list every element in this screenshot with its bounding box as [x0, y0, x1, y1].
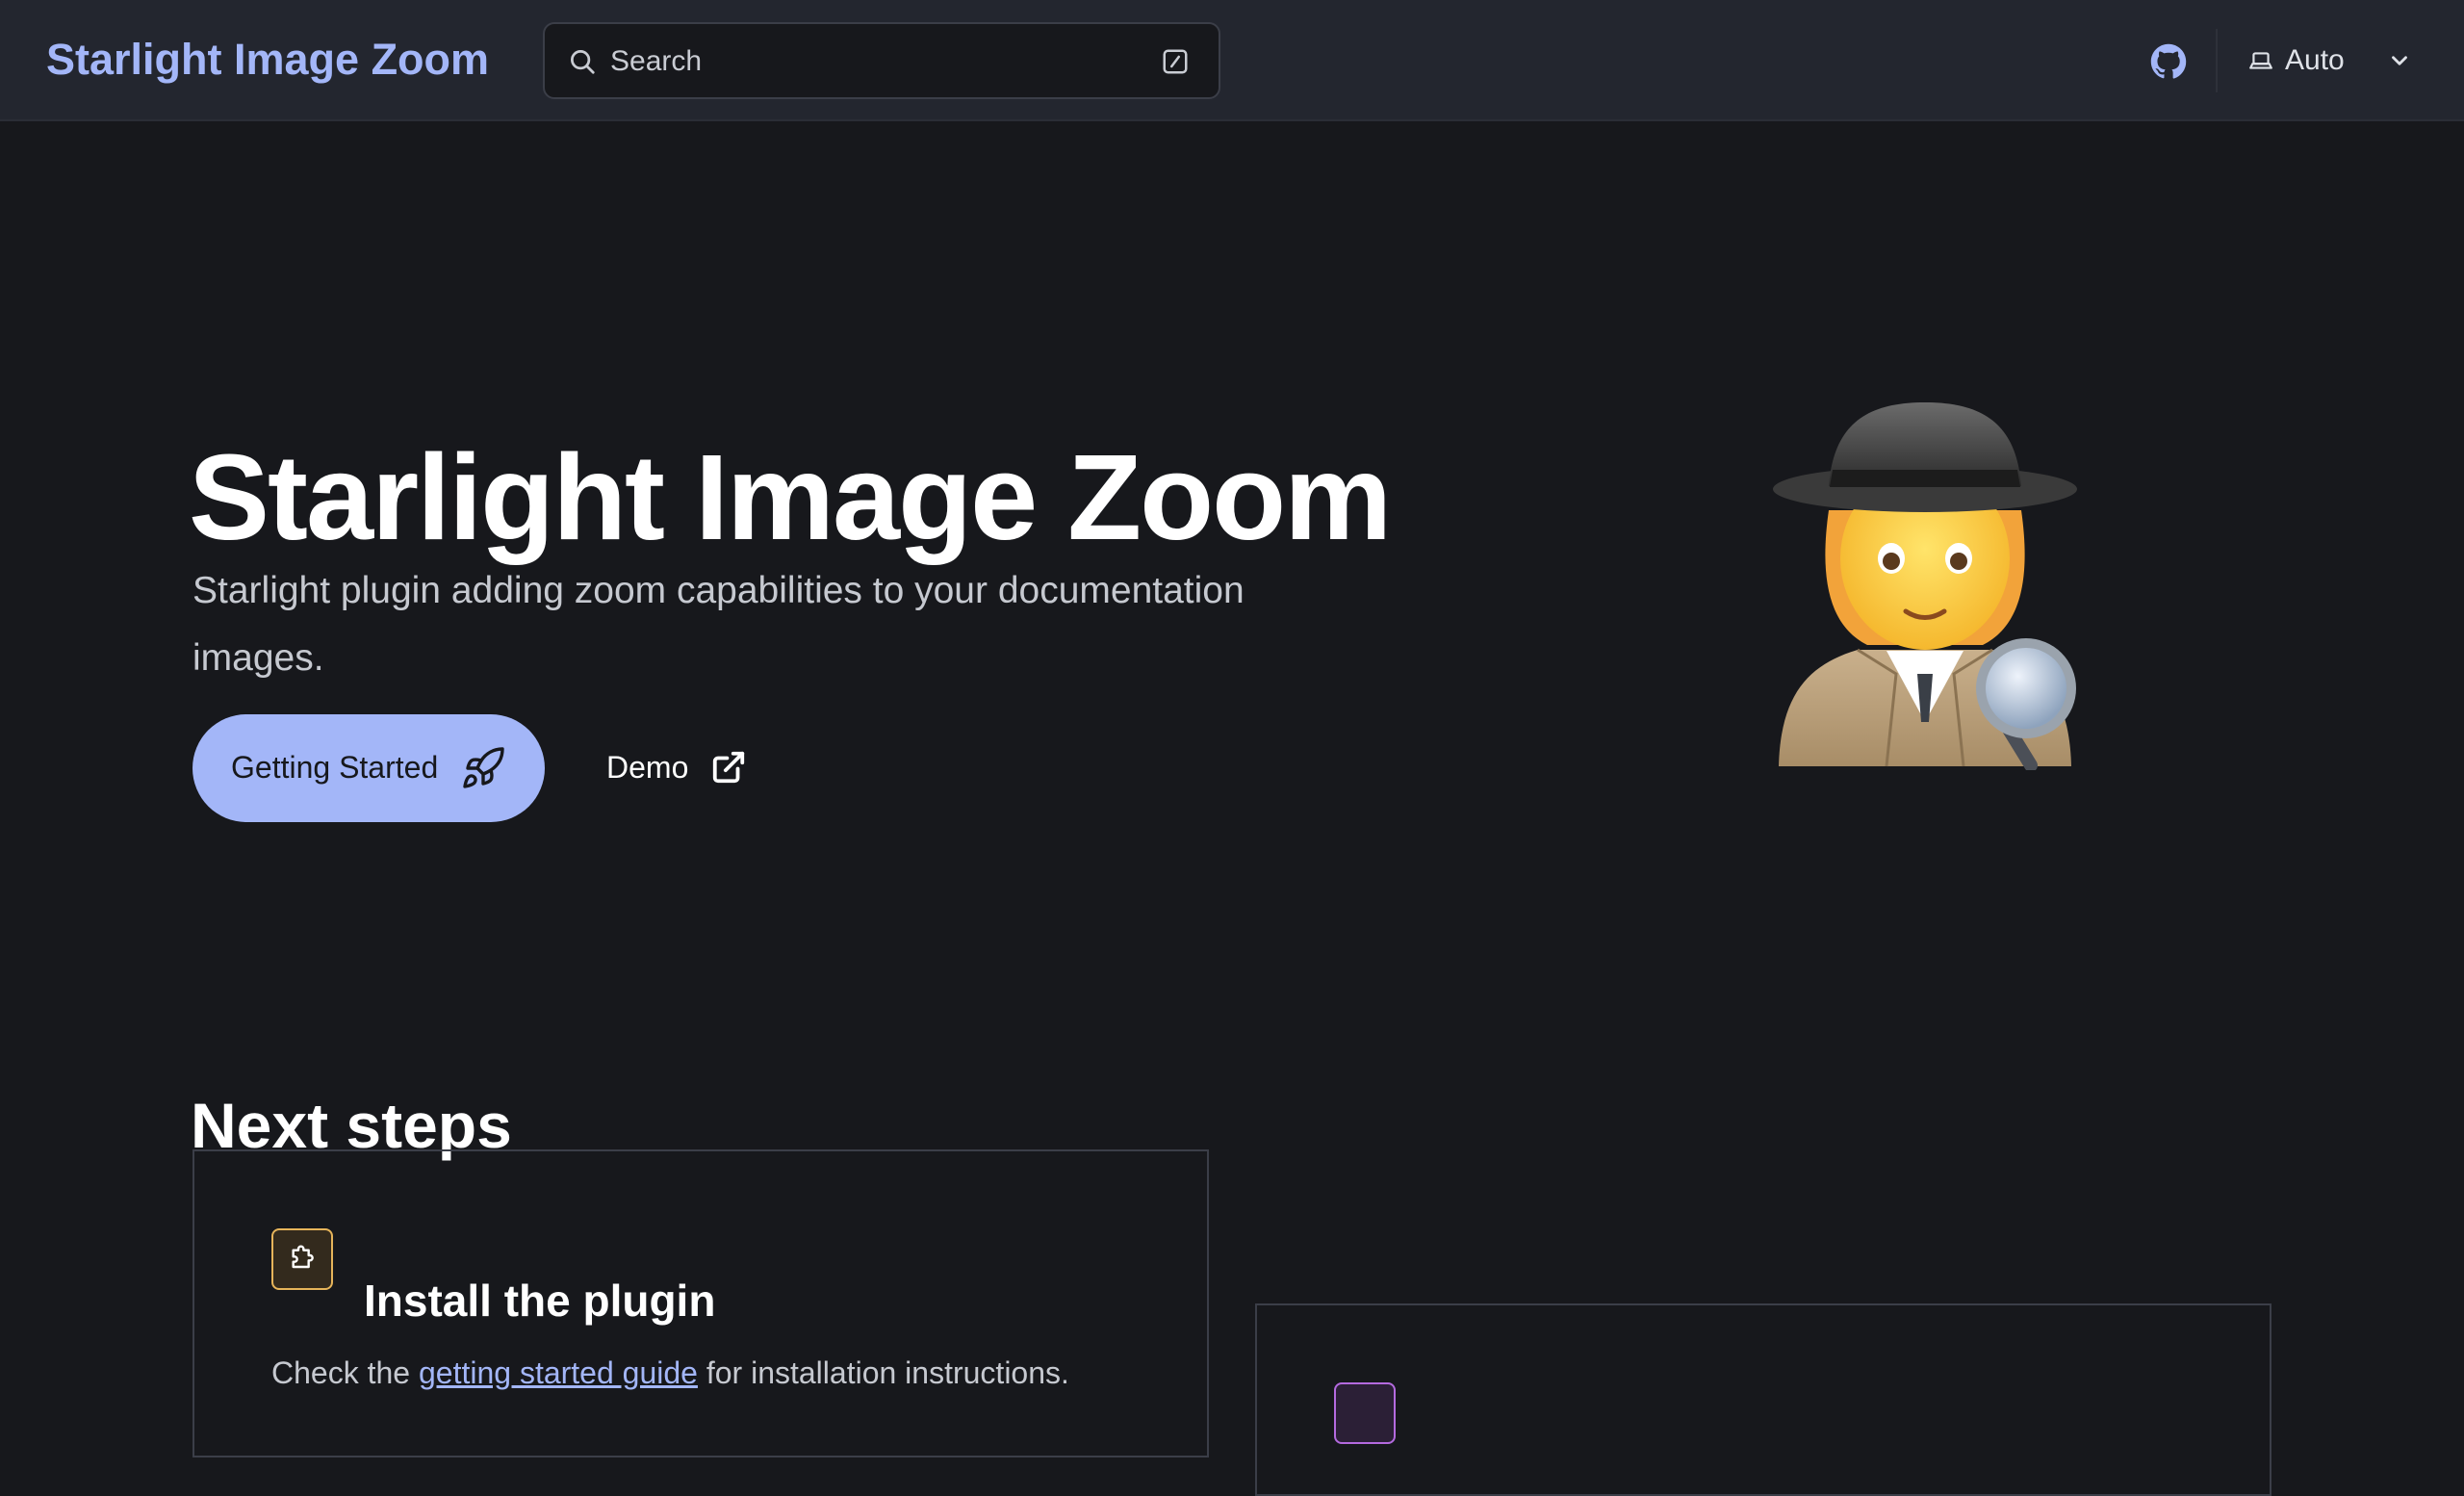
search-placeholder: Search [610, 45, 703, 77]
slash-key-icon [1163, 49, 1188, 74]
github-icon[interactable] [2150, 43, 2187, 80]
getting-started-button[interactable]: Getting Started [192, 714, 545, 822]
site-header: Starlight Image Zoom Search Auto [0, 0, 2464, 121]
detective-illustration [1773, 402, 2077, 770]
theme-select[interactable]: Auto [2248, 37, 2422, 85]
second-card [1255, 1303, 2272, 1496]
demo-link[interactable]: Demo [606, 739, 751, 797]
laptop-icon [2249, 52, 2272, 69]
getting-started-guide-link[interactable]: getting started guide [419, 1355, 698, 1390]
rocket-icon [463, 747, 504, 788]
card-body-suffix: for installation instructions. [697, 1355, 1069, 1390]
card-body-prefix: Check the [271, 1355, 419, 1390]
card-body: Check the getting started guide for inst… [271, 1355, 1069, 1391]
site-title-link[interactable]: Starlight Image Zoom [46, 35, 489, 85]
hero-title: Starlight Image Zoom [189, 429, 1392, 566]
header-divider [2216, 29, 2218, 92]
puzzle-icon [271, 1228, 333, 1290]
getting-started-label: Getting Started [231, 750, 439, 785]
external-link-icon [712, 751, 745, 784]
card-icon [1334, 1382, 1396, 1444]
theme-select-value: Auto [2285, 44, 2345, 76]
hero-tagline: Starlight plugin adding zoom capabilitie… [192, 570, 1245, 679]
install-plugin-card: Install the plugin Check the getting sta… [192, 1149, 1209, 1457]
card-title: Install the plugin [364, 1276, 716, 1326]
search-icon [571, 50, 595, 74]
demo-label: Demo [606, 750, 689, 785]
search-button[interactable]: Search [543, 22, 1220, 99]
chevron-down-icon [2392, 56, 2407, 65]
